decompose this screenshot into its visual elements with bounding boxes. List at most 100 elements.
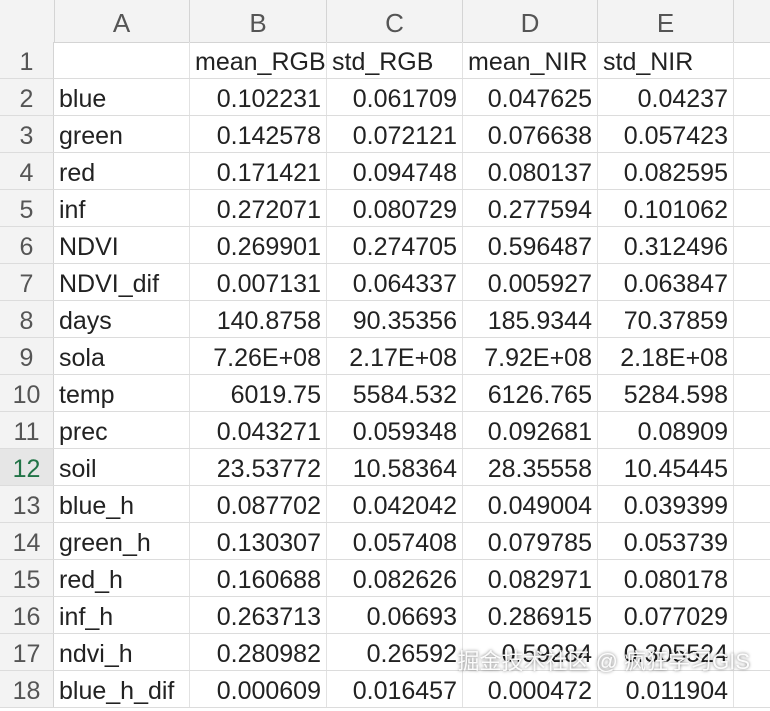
row-label-cell[interactable]: sola <box>54 338 190 374</box>
value-cell[interactable]: 0.000472 <box>463 671 598 707</box>
row-header[interactable]: 8 <box>0 301 54 337</box>
value-cell[interactable]: 140.8758 <box>190 301 327 337</box>
row-label-cell[interactable]: soil <box>54 449 190 485</box>
row-header[interactable]: 18 <box>0 671 54 707</box>
row-header[interactable]: 9 <box>0 338 54 374</box>
row-label-cell[interactable]: inf_h <box>54 597 190 633</box>
value-cell[interactable]: 0.094748 <box>327 153 463 189</box>
row-header[interactable]: 15 <box>0 560 54 596</box>
value-cell[interactable]: 0.080178 <box>598 560 734 596</box>
value-cell[interactable]: 5284.598 <box>598 375 734 411</box>
value-cell[interactable]: 0.057408 <box>327 523 463 559</box>
column-header-d[interactable]: D <box>463 0 598 42</box>
value-cell[interactable]: 0.272071 <box>190 190 327 226</box>
value-cell[interactable]: 0.053739 <box>598 523 734 559</box>
value-cell[interactable]: 0.087702 <box>190 486 327 522</box>
value-cell[interactable]: 0.269901 <box>190 227 327 263</box>
row-label-cell[interactable]: blue_h_dif <box>54 671 190 707</box>
column-title-cell[interactable]: std_RGB <box>327 42 463 78</box>
value-cell[interactable]: 0.092681 <box>463 412 598 448</box>
row-label-cell[interactable]: red_h <box>54 560 190 596</box>
value-cell[interactable]: 2.18E+08 <box>598 338 734 374</box>
row-header[interactable]: 17 <box>0 634 54 670</box>
value-cell[interactable]: 0.263713 <box>190 597 327 633</box>
column-title-cell[interactable]: mean_NIR <box>463 42 598 78</box>
row-header[interactable]: 1 <box>0 42 54 78</box>
value-cell[interactable]: 0.039399 <box>598 486 734 522</box>
value-cell[interactable]: 0.000609 <box>190 671 327 707</box>
value-cell[interactable]: 0.079785 <box>463 523 598 559</box>
value-cell[interactable]: 0.082971 <box>463 560 598 596</box>
value-cell[interactable]: 0.061709 <box>327 79 463 115</box>
value-cell[interactable]: 7.92E+08 <box>463 338 598 374</box>
value-cell[interactable]: 0.171421 <box>190 153 327 189</box>
value-cell[interactable]: 0.043271 <box>190 412 327 448</box>
value-cell[interactable]: 0.047625 <box>463 79 598 115</box>
value-cell[interactable]: 0.280982 <box>190 634 327 670</box>
row-header[interactable]: 10 <box>0 375 54 411</box>
column-title-cell[interactable]: std_NIR <box>598 42 734 78</box>
row-header[interactable]: 2 <box>0 79 54 115</box>
value-cell[interactable]: 6126.765 <box>463 375 598 411</box>
value-cell[interactable]: 0.076638 <box>463 116 598 152</box>
value-cell[interactable]: 0.312496 <box>598 227 734 263</box>
column-header-c[interactable]: C <box>327 0 463 42</box>
value-cell[interactable]: 0.08909 <box>598 412 734 448</box>
row-label-cell[interactable]: blue <box>54 79 190 115</box>
value-cell[interactable]: 0.080729 <box>327 190 463 226</box>
row-label-cell[interactable]: ndvi_h <box>54 634 190 670</box>
row-header[interactable]: 4 <box>0 153 54 189</box>
value-cell[interactable]: 0.277594 <box>463 190 598 226</box>
value-cell[interactable]: 0.274705 <box>327 227 463 263</box>
value-cell[interactable]: 28.35558 <box>463 449 598 485</box>
value-cell[interactable]: 0.042042 <box>327 486 463 522</box>
row-header[interactable]: 5 <box>0 190 54 226</box>
column-header-b[interactable]: B <box>190 0 327 42</box>
value-cell[interactable]: 0.077029 <box>598 597 734 633</box>
value-cell[interactable]: 70.37859 <box>598 301 734 337</box>
value-cell[interactable]: 0.142578 <box>190 116 327 152</box>
value-cell[interactable]: 7.26E+08 <box>190 338 327 374</box>
value-cell[interactable]: 0.059348 <box>327 412 463 448</box>
value-cell[interactable]: 0.007131 <box>190 264 327 300</box>
value-cell[interactable]: 0.082595 <box>598 153 734 189</box>
value-cell[interactable]: 6019.75 <box>190 375 327 411</box>
value-cell[interactable]: 0.011904 <box>598 671 734 707</box>
value-cell[interactable]: 0.286915 <box>463 597 598 633</box>
row-header[interactable]: 6 <box>0 227 54 263</box>
value-cell[interactable]: 90.35356 <box>327 301 463 337</box>
value-cell[interactable]: 0.26592 <box>327 634 463 670</box>
row-label-cell[interactable]: blue_h <box>54 486 190 522</box>
value-cell[interactable]: 2.17E+08 <box>327 338 463 374</box>
row-header[interactable]: 3 <box>0 116 54 152</box>
column-title-cell[interactable]: mean_RGB <box>190 42 327 78</box>
value-cell[interactable]: 0.005927 <box>463 264 598 300</box>
value-cell[interactable]: 0.072121 <box>327 116 463 152</box>
row-header[interactable]: 12 <box>0 449 54 485</box>
select-all-corner[interactable] <box>0 0 55 42</box>
row-label-cell[interactable]: green_h <box>54 523 190 559</box>
row-header[interactable]: 13 <box>0 486 54 522</box>
value-cell[interactable]: 0.102231 <box>190 79 327 115</box>
row-header[interactable]: 14 <box>0 523 54 559</box>
row-label-cell[interactable]: red <box>54 153 190 189</box>
row-label-cell[interactable]: green <box>54 116 190 152</box>
row-label-cell[interactable]: prec <box>54 412 190 448</box>
value-cell[interactable]: 0.064337 <box>327 264 463 300</box>
row-header[interactable]: 16 <box>0 597 54 633</box>
row-label-cell[interactable]: days <box>54 301 190 337</box>
row-label-cell[interactable]: NDVI <box>54 227 190 263</box>
value-cell[interactable]: 0.080137 <box>463 153 598 189</box>
row-label-cell[interactable]: NDVI_dif <box>54 264 190 300</box>
value-cell[interactable]: 10.45445 <box>598 449 734 485</box>
column-header-e[interactable]: E <box>598 0 734 42</box>
value-cell[interactable]: 0.101062 <box>598 190 734 226</box>
value-cell[interactable]: 0.063847 <box>598 264 734 300</box>
cell-a1[interactable] <box>54 42 190 78</box>
column-header-a[interactable]: A <box>54 0 190 42</box>
value-cell[interactable]: 0.082626 <box>327 560 463 596</box>
row-header[interactable]: 7 <box>0 264 54 300</box>
value-cell[interactable]: 0.04237 <box>598 79 734 115</box>
value-cell[interactable]: 0.596487 <box>463 227 598 263</box>
value-cell[interactable]: 5584.532 <box>327 375 463 411</box>
